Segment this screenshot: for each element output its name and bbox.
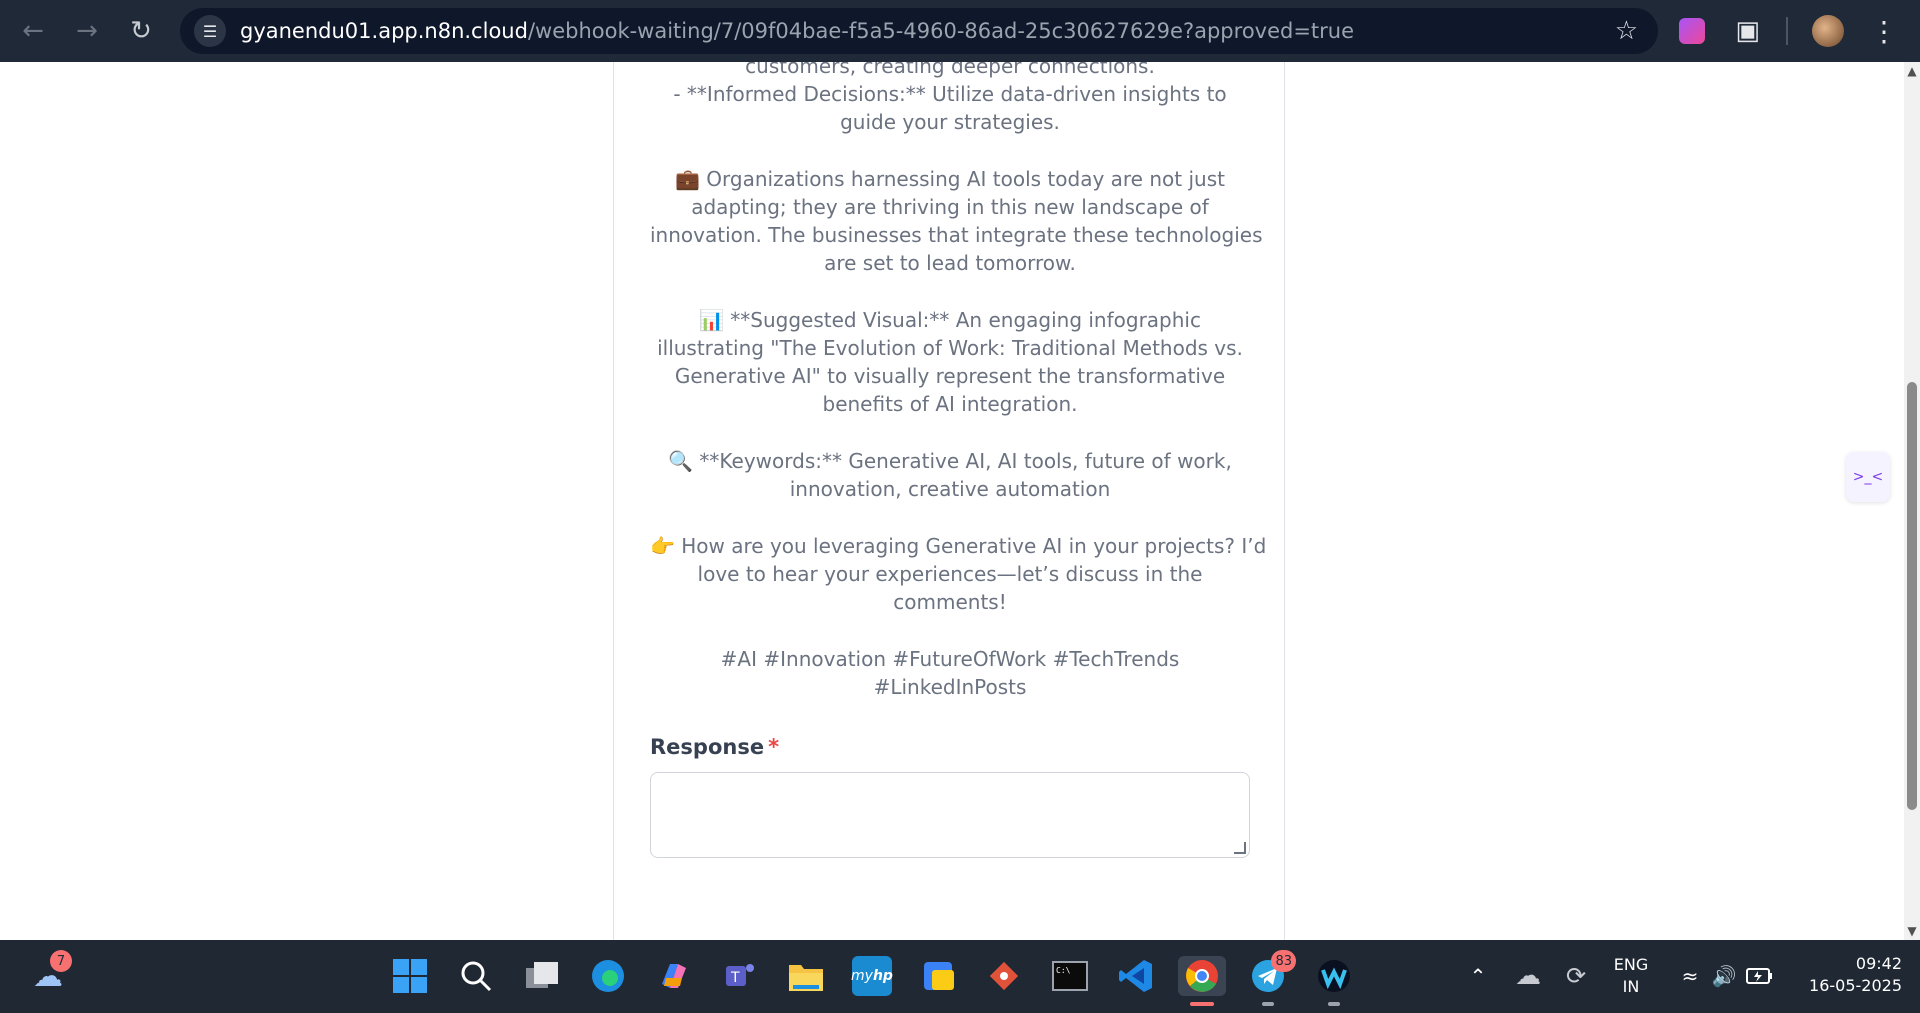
terminal-icon[interactable]: C:\ xyxy=(1050,956,1090,996)
battery-icon[interactable] xyxy=(1740,956,1780,996)
clock-time: 09:42 xyxy=(1855,954,1902,973)
clock-date: 16-05-2025 xyxy=(1809,976,1902,995)
git-icon[interactable] xyxy=(984,956,1024,996)
clock[interactable]: 09:42 16-05-2025 xyxy=(1790,953,1902,997)
language-code: ENG xyxy=(1613,955,1649,974)
message-paragraph: 👉 How are you leveraging Generative AI i… xyxy=(650,532,1267,616)
message-line: adapting; they are thriving in this new … xyxy=(691,195,1209,219)
svg-text:C:\: C:\ xyxy=(1056,966,1071,975)
edge-browser-icon[interactable] xyxy=(588,956,628,996)
message-paragraph: #AI #Innovation #FutureOfWork #TechTrend… xyxy=(650,645,1250,701)
myhp-icon[interactable]: my hp xyxy=(851,956,893,996)
file-explorer-icon[interactable] xyxy=(786,956,826,996)
extensions-puzzle-icon[interactable]: ▣ xyxy=(1735,16,1760,46)
form-card: customers, creating deeper connections. … xyxy=(613,62,1285,940)
weather-badge: 7 xyxy=(50,950,72,972)
response-label-text: Response xyxy=(650,735,765,759)
site-settings-icon[interactable]: ☰ xyxy=(194,15,226,47)
message-line: innovation, creative automation xyxy=(789,477,1111,501)
message-line: 💼 Organizations harnessing AI tools toda… xyxy=(675,167,1225,191)
start-button-icon[interactable] xyxy=(390,956,430,996)
browser-toolbar: ← → ↻ ☰ gyanendu01.app.n8n.cloud/webhook… xyxy=(0,0,1920,62)
windows-taskbar: ☁ 7 T my hp C:\ 83 ⌃ ☁ ⟳ ENG IN ≈ 🔊 09:4… xyxy=(0,940,1920,1013)
teams-icon[interactable]: T xyxy=(720,956,760,996)
back-button[interactable]: ← xyxy=(6,4,60,58)
message-line: #LinkedInPosts xyxy=(873,675,1027,699)
profile-avatar[interactable] xyxy=(1812,15,1844,47)
url-text[interactable]: gyanendu01.app.n8n.cloud/webhook-waiting… xyxy=(240,19,1354,43)
message-line: are set to lead tomorrow. xyxy=(824,251,1076,275)
message-paragraph: 💼 Organizations harnessing AI tools toda… xyxy=(650,165,1263,277)
message-line: comments! xyxy=(893,590,1007,614)
weather-widget-icon[interactable]: ☁ 7 xyxy=(28,950,72,996)
message-line: benefits of AI integration. xyxy=(822,392,1078,416)
message-line: customers, creating deeper connections. xyxy=(745,62,1155,78)
toolbar-separator xyxy=(1786,17,1788,45)
svg-text:T: T xyxy=(730,970,740,986)
page-viewport: customers, creating deeper connections. … xyxy=(0,62,1904,940)
bookmark-star-icon[interactable]: ☆ xyxy=(1615,16,1638,46)
response-label: Response * xyxy=(650,735,779,759)
telegram-icon[interactable]: 83 xyxy=(1248,950,1296,1006)
browser-menu-icon[interactable]: ⋮ xyxy=(1870,15,1898,48)
message-line: #AI #Innovation #FutureOfWork #TechTrend… xyxy=(720,647,1180,671)
language-indicator[interactable]: ENG IN xyxy=(1606,954,1656,998)
message-line: 🔍 **Keywords:** Generative AI, AI tools,… xyxy=(668,449,1232,473)
region-code: IN xyxy=(1622,977,1640,996)
reload-button[interactable]: ↻ xyxy=(114,4,168,58)
task-view-icon[interactable] xyxy=(522,956,562,996)
running-app-indicator xyxy=(1328,1002,1340,1006)
message-text: customers, creating deeper connections. … xyxy=(650,62,1267,730)
forward-button[interactable]: → xyxy=(60,4,114,58)
volume-icon[interactable]: 🔊 xyxy=(1704,956,1744,996)
message-line: Generative AI" to visually represent the… xyxy=(674,364,1226,388)
page-scrollbar[interactable]: ▲ ▼ xyxy=(1904,62,1920,940)
scroll-down-arrow-icon[interactable]: ▼ xyxy=(1904,922,1920,940)
show-hidden-icons-chevron-icon[interactable]: ⌃ xyxy=(1458,956,1498,996)
telegram-badge: 83 xyxy=(1271,950,1296,972)
webex-icon[interactable] xyxy=(1314,956,1354,1006)
message-line: - **Informed Decisions:** Utilize data-d… xyxy=(673,82,1227,106)
message-paragraph: 🔍 **Keywords:** Generative AI, AI tools,… xyxy=(650,447,1250,503)
vscode-icon[interactable] xyxy=(1116,956,1156,996)
url-path: /webhook-waiting/7/09f04bae-f5a5-4960-86… xyxy=(527,19,1355,43)
chrome-browser-icon[interactable] xyxy=(1178,956,1226,1006)
scrollbar-thumb[interactable] xyxy=(1907,382,1917,810)
copilot-icon[interactable] xyxy=(654,956,694,996)
message-line: innovation. The businesses that integrat… xyxy=(650,223,1263,247)
message-line: guide your strategies. xyxy=(840,110,1060,134)
sync-icon[interactable]: ⟳ xyxy=(1556,956,1596,996)
scroll-up-arrow-icon[interactable]: ▲ xyxy=(1904,62,1920,80)
message-line: 📊 **Suggested Visual:** An engaging info… xyxy=(699,308,1201,332)
onedrive-icon[interactable]: ☁ xyxy=(1508,956,1548,996)
address-bar[interactable]: ☰ gyanendu01.app.n8n.cloud/webhook-waiti… xyxy=(180,8,1658,54)
message-line: love to hear your experiences—let’s disc… xyxy=(697,562,1203,586)
side-widget-button[interactable]: >_< xyxy=(1846,452,1890,502)
message-line: 👉 How are you leveraging Generative AI i… xyxy=(650,534,1267,558)
extension-icon[interactable] xyxy=(1679,18,1706,44)
running-app-indicator xyxy=(1262,1002,1274,1006)
message-paragraph: customers, creating deeper connections. … xyxy=(650,62,1250,136)
search-icon[interactable] xyxy=(456,956,496,996)
url-host: gyanendu01.app.n8n.cloud xyxy=(240,19,528,43)
python-icon[interactable] xyxy=(918,956,958,996)
active-app-indicator xyxy=(1190,1002,1214,1006)
message-line: illustrating "The Evolution of Work: Tra… xyxy=(657,336,1243,360)
response-textarea[interactable] xyxy=(650,772,1250,858)
message-paragraph: 📊 **Suggested Visual:** An engaging info… xyxy=(650,306,1250,418)
required-marker: * xyxy=(768,735,780,759)
resize-handle-icon[interactable] xyxy=(1234,842,1246,854)
